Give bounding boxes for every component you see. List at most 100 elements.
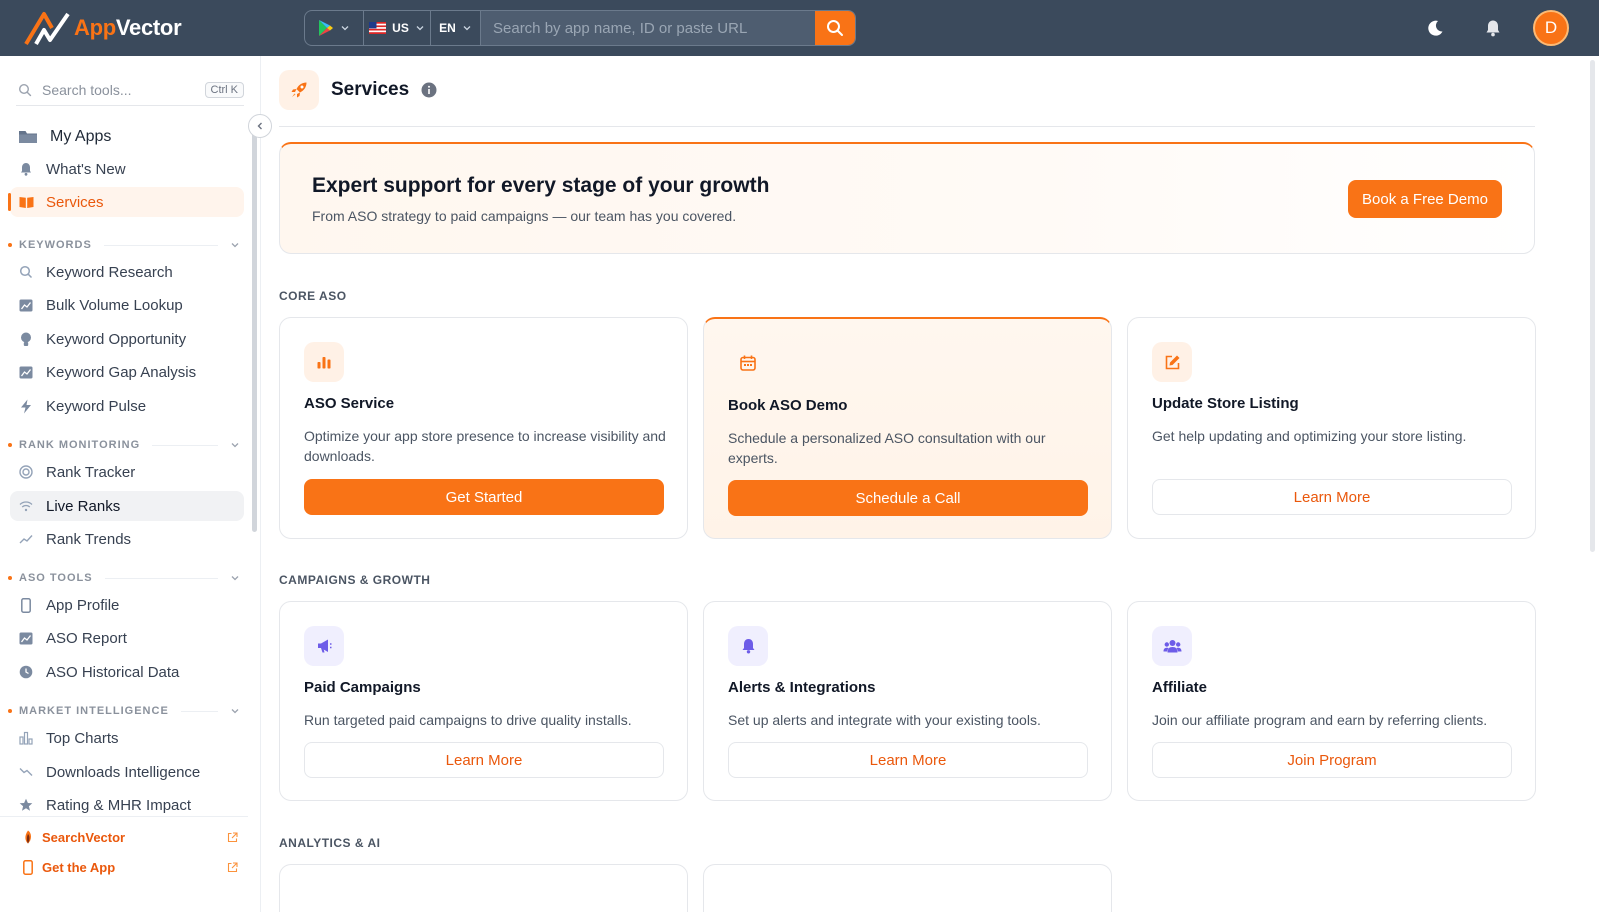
chevron-down-icon	[231, 243, 239, 248]
user-avatar[interactable]: D	[1533, 10, 1569, 46]
section-dot	[8, 443, 12, 447]
section-dot	[8, 576, 12, 580]
bar-chart-icon	[18, 730, 34, 746]
sidebar-item-label: ASO Historical Data	[46, 663, 180, 681]
sidebar-item-label: My Apps	[50, 128, 112, 145]
chevron-down-icon	[341, 26, 349, 31]
app-search-input[interactable]	[481, 11, 815, 45]
folder-icon	[18, 129, 38, 145]
schedule-call-button[interactable]: Schedule a Call	[728, 480, 1088, 516]
rocket-icon	[279, 69, 319, 110]
card-description: Get help updating and optimizing your st…	[1152, 428, 1467, 444]
megaphone-icon	[304, 626, 344, 666]
external-link-icon	[227, 861, 238, 872]
sidebar-item-label: Rank Tracker	[46, 463, 136, 481]
phone-icon	[20, 859, 36, 875]
sidebar-section-aso-tools[interactable]: ASO TOOLS	[8, 570, 244, 586]
card-title: Paid Campaigns	[304, 679, 421, 696]
main-scrollbar[interactable]	[1590, 60, 1595, 552]
card-title: Update Store Listing	[1152, 395, 1299, 412]
sidebar-item-downloads-intelligence[interactable]: Downloads Intelligence	[10, 757, 244, 787]
sidebar-item-services[interactable]: Services	[8, 187, 244, 217]
section-label-analytics-ai: ANALYTICS & AI	[279, 836, 381, 850]
sidebar-item-keyword-pulse[interactable]: Keyword Pulse	[10, 391, 244, 421]
service-card-update-store-listing: Update Store Listing Get help updating a…	[1127, 317, 1536, 539]
topbar-actions: D	[1417, 10, 1569, 46]
card-description: Schedule a personalized ASO consultation…	[728, 430, 1046, 466]
search-button[interactable]	[815, 11, 855, 45]
bolt-icon	[18, 398, 34, 414]
sidebar-item-label: Keyword Gap Analysis	[46, 363, 197, 381]
chevron-down-icon	[231, 443, 239, 448]
chart-area-icon	[18, 364, 34, 380]
sidebar-scrollbar[interactable]	[252, 118, 257, 532]
chevron-down-icon	[231, 709, 239, 714]
global-search-group: US EN	[304, 10, 856, 46]
service-card-placeholder	[703, 864, 1112, 912]
lightbulb-icon	[18, 331, 34, 347]
sidebar-link-get-the-app[interactable]: Get the App	[20, 855, 240, 879]
get-started-button[interactable]: Get Started	[304, 479, 664, 515]
hero-subtitle: From ASO strategy to paid campaigns — ou…	[312, 208, 737, 224]
clock-icon	[18, 664, 34, 680]
sidebar-link-searchvector[interactable]: SearchVector	[20, 825, 240, 849]
sidebar-section-rank-monitoring[interactable]: RANK MONITORING	[8, 437, 244, 453]
sidebar-item-keyword-research[interactable]: Keyword Research	[10, 257, 244, 287]
card-description: Optimize your app store presence to incr…	[304, 428, 666, 464]
sidebar-item-aso-historical-data[interactable]: ASO Historical Data	[10, 657, 244, 687]
sidebar-item-rank-trends[interactable]: Rank Trends	[10, 524, 244, 554]
card-description: Join our affiliate program and earn by r…	[1152, 712, 1488, 728]
sidebar-item-label: Rating & MHR Impact	[46, 796, 192, 814]
chevron-down-icon	[416, 26, 424, 31]
chevron-down-icon	[463, 26, 471, 31]
sidebar-section-keywords[interactable]: KEYWORDS	[8, 237, 244, 253]
section-label-campaigns-growth: CAMPAIGNS & GROWTH	[279, 573, 431, 587]
tool-search-input[interactable]	[42, 81, 192, 98]
sidebar-item-keyword-opportunity[interactable]: Keyword Opportunity	[10, 324, 244, 354]
chart-area-icon	[18, 297, 34, 313]
learn-more-button[interactable]: Learn More	[304, 742, 664, 778]
service-card-affiliate: Affiliate Join our affiliate program and…	[1127, 601, 1536, 801]
section-title: RANK MONITORING	[19, 439, 141, 451]
theme-toggle-button[interactable]	[1417, 10, 1453, 46]
sidebar-collapse-button[interactable]	[248, 114, 272, 138]
notifications-button[interactable]	[1475, 10, 1511, 46]
sidebar-section-market-intelligence[interactable]: MARKET INTELLIGENCE	[8, 703, 244, 719]
section-title: KEYWORDS	[19, 239, 92, 251]
sidebar-item-bulk-volume-lookup[interactable]: Bulk Volume Lookup	[10, 290, 244, 320]
sidebar-item-label: Keyword Pulse	[46, 397, 147, 415]
service-card-paid-campaigns: Paid Campaigns Run targeted paid campaig…	[279, 601, 688, 801]
sidebar-item-keyword-gap-analysis[interactable]: Keyword Gap Analysis	[10, 357, 244, 387]
language-selector[interactable]: EN	[431, 11, 481, 45]
join-program-button[interactable]: Join Program	[1152, 742, 1512, 778]
book-free-demo-button[interactable]: Book a Free Demo	[1348, 180, 1502, 218]
sidebar-item-whats-new[interactable]: What's New	[10, 154, 244, 184]
sidebar-item-label: Live Ranks	[46, 497, 121, 515]
service-card-aso-service: ASO Service Optimize your app store pres…	[279, 317, 688, 539]
sidebar-item-label: Keyword Opportunity	[46, 330, 187, 348]
tool-search: Ctrl K	[16, 74, 244, 106]
sidebar-item-my-apps[interactable]: My Apps	[10, 122, 244, 152]
info-icon[interactable]	[421, 82, 437, 98]
store-selector[interactable]	[305, 11, 364, 45]
country-code: US	[392, 21, 409, 35]
country-selector[interactable]: US	[364, 11, 431, 45]
learn-more-button[interactable]: Learn More	[728, 742, 1088, 778]
card-title: ASO Service	[304, 395, 395, 412]
main-content: Services Expert support for every stage …	[262, 56, 1599, 912]
calendar-icon	[728, 343, 768, 383]
sidebar-item-app-profile[interactable]: App Profile	[10, 590, 244, 620]
section-title: ASO TOOLS	[19, 572, 93, 584]
sidebar-item-live-ranks[interactable]: Live Ranks	[10, 491, 244, 521]
sidebar-item-label: App Profile	[46, 596, 120, 614]
card-title: Alerts & Integrations	[728, 679, 876, 696]
sidebar-item-rank-tracker[interactable]: Rank Tracker	[10, 457, 244, 487]
sidebar-item-label: Keyword Research	[46, 263, 173, 281]
sidebar-item-aso-report[interactable]: ASO Report	[10, 623, 244, 653]
learn-more-button[interactable]: Learn More	[1152, 479, 1512, 515]
phone-icon	[18, 597, 34, 613]
search-icon	[18, 83, 32, 96]
app-logo[interactable]: AppVector	[24, 10, 182, 46]
appvector-logo-icon	[24, 12, 70, 46]
sidebar-item-top-charts[interactable]: Top Charts	[10, 723, 244, 753]
